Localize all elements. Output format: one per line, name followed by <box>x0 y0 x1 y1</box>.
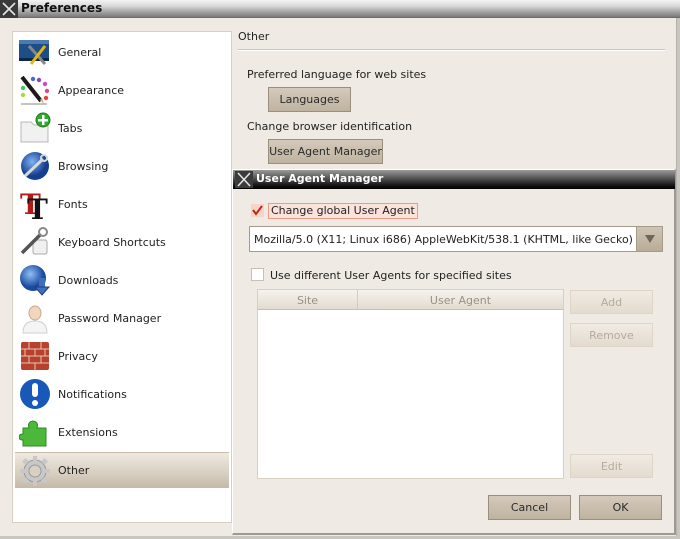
downloads-icon <box>18 264 52 296</box>
sidebar-item-label: Notifications <box>58 387 127 401</box>
sidebar-item-label: Password Manager <box>58 311 162 325</box>
combobox-dropdown-button[interactable] <box>636 227 662 251</box>
site-user-agents-table[interactable]: Site User Agent <box>257 289 564 479</box>
sidebar-item-downloads[interactable]: Downloads <box>15 262 229 298</box>
general-settings-icon <box>18 36 52 68</box>
use-different-user-agents-checkbox[interactable] <box>251 268 264 281</box>
use-different-user-agents-label[interactable]: Use different User Agents for specified … <box>270 269 512 282</box>
user-agent-value: Mozilla/5.0 (X11; Linux i686) AppleWebKi… <box>254 233 634 246</box>
user-agent-manager-dialog: User Agent Manager Change global User Ag… <box>232 169 676 535</box>
chevron-down-icon <box>644 235 655 243</box>
column-header-site[interactable]: Site <box>258 290 358 310</box>
languages-button[interactable]: Languages <box>268 87 351 112</box>
preferences-sidebar: General Appearance Tabs Browsing TT Font… <box>12 31 232 523</box>
sidebar-item-label: Tabs <box>58 121 83 135</box>
privacy-brick-wall-icon <box>18 340 52 372</box>
keyboard-shortcuts-icon <box>18 226 52 258</box>
sidebar-item-keyboard-shortcuts[interactable]: Keyboard Shortcuts <box>15 224 229 260</box>
preferred-language-label: Preferred language for web sites <box>247 68 427 81</box>
sidebar-item-label: Downloads <box>58 273 119 287</box>
dialog-close-button[interactable] <box>235 171 253 188</box>
close-icon <box>237 172 251 187</box>
panel-separator <box>238 49 665 51</box>
sidebar-item-label: Browsing <box>58 159 109 173</box>
sidebar-item-label: Other <box>58 464 90 477</box>
checkmark-icon <box>251 204 264 217</box>
fonts-icon: TT <box>18 188 52 220</box>
sidebar-item-privacy[interactable]: Privacy <box>15 338 229 374</box>
tabs-add-icon <box>18 112 52 144</box>
table-header: Site User Agent <box>258 290 563 310</box>
dialog-titlebar: User Agent Manager <box>233 170 675 189</box>
sidebar-item-label: Fonts <box>58 197 88 211</box>
sidebar-item-label: Appearance <box>58 83 125 97</box>
other-gear-icon <box>18 455 52 487</box>
sidebar-item-label: Privacy <box>58 349 98 363</box>
ok-button[interactable]: OK <box>579 495 662 520</box>
sidebar-item-password-manager[interactable]: Password Manager <box>15 300 229 336</box>
change-global-user-agent-label[interactable]: Change global User Agent <box>268 203 418 219</box>
column-header-user-agent[interactable]: User Agent <box>358 290 563 310</box>
sidebar-item-appearance[interactable]: Appearance <box>15 72 229 108</box>
add-button[interactable]: Add <box>570 290 653 314</box>
browser-identification-label: Change browser identification <box>247 120 413 133</box>
browsing-globe-wrench-icon <box>18 150 52 182</box>
extensions-puzzle-icon <box>18 416 52 448</box>
sidebar-item-browsing[interactable]: Browsing <box>15 148 229 184</box>
sidebar-item-tabs[interactable]: Tabs <box>15 110 229 146</box>
password-manager-user-icon <box>18 302 52 334</box>
notifications-info-icon <box>18 378 52 410</box>
change-global-user-agent-checkbox[interactable] <box>251 204 264 217</box>
sidebar-item-extensions[interactable]: Extensions <box>15 414 229 450</box>
window-titlebar: Preferences <box>0 0 680 18</box>
sidebar-item-label: Keyboard Shortcuts <box>58 235 166 249</box>
remove-button[interactable]: Remove <box>570 323 653 347</box>
window-title: Preferences <box>21 1 103 15</box>
dialog-title: User Agent Manager <box>256 172 384 185</box>
window-close-button[interactable] <box>0 0 18 18</box>
svg-text:T: T <box>27 193 48 220</box>
appearance-paint-icon <box>18 74 52 106</box>
edit-button[interactable]: Edit <box>570 454 653 478</box>
cancel-button[interactable]: Cancel <box>488 495 571 520</box>
sidebar-item-other[interactable]: Other <box>15 452 229 488</box>
user-agent-manager-button[interactable]: User Agent Manager <box>268 139 383 164</box>
close-icon <box>2 2 16 16</box>
sidebar-item-general[interactable]: General <box>15 34 229 70</box>
sidebar-item-label: Extensions <box>58 425 118 439</box>
window-right-border <box>676 18 680 539</box>
panel-title: Other <box>238 30 270 43</box>
sidebar-item-label: General <box>58 45 102 59</box>
user-agent-combobox[interactable]: Mozilla/5.0 (X11; Linux i686) AppleWebKi… <box>249 226 663 252</box>
sidebar-item-fonts[interactable]: TT Fonts <box>15 186 229 222</box>
sidebar-item-notifications[interactable]: Notifications <box>15 376 229 412</box>
